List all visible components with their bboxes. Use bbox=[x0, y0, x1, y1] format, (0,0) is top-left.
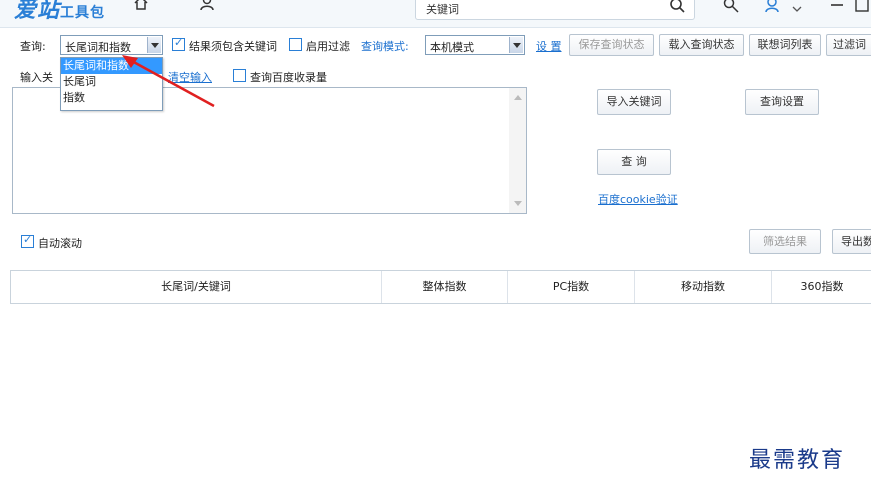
related-words-button[interactable]: 联想词列表 bbox=[749, 34, 821, 56]
chevron-down-icon[interactable] bbox=[509, 37, 523, 53]
search-icon[interactable] bbox=[668, 0, 686, 14]
query-button[interactable]: 查 询 bbox=[597, 149, 671, 175]
auto-scroll-label: 自动滚动 bbox=[38, 237, 82, 250]
dropdown-option[interactable]: 长尾词 bbox=[61, 74, 162, 90]
column-header-pc-index[interactable]: PC指数 bbox=[508, 271, 635, 303]
column-header-360-index[interactable]: 360指数 bbox=[772, 271, 871, 303]
minimize-icon[interactable] bbox=[828, 0, 846, 14]
column-header-overall-index[interactable]: 整体指数 bbox=[382, 271, 508, 303]
key-icon[interactable] bbox=[722, 0, 740, 14]
query-type-value: 长尾词和指数 bbox=[65, 41, 131, 54]
logo-main-text: 爱站 bbox=[14, 0, 61, 23]
enable-filter-label: 启用过滤 bbox=[306, 40, 350, 53]
maximize-icon[interactable] bbox=[853, 0, 871, 14]
results-table-header: 长尾词/关键词 整体指数 PC指数 移动指数 360指数 bbox=[10, 270, 871, 304]
app-logo: 爱站工具包 bbox=[14, 0, 105, 24]
query-type-dropdown-list: 长尾词和指数 长尾词 指数 bbox=[60, 57, 163, 111]
filter-results-button[interactable]: 筛选结果 bbox=[749, 229, 821, 254]
enable-filter-checkbox[interactable] bbox=[289, 38, 302, 51]
scroll-down-icon[interactable] bbox=[514, 201, 522, 206]
auto-scroll-checkbox[interactable] bbox=[21, 233, 34, 248]
logo-sub-text: 工具包 bbox=[60, 5, 106, 21]
clear-input-link[interactable]: 清空输入 bbox=[168, 69, 212, 85]
query-type-select[interactable]: 长尾词和指数 bbox=[60, 35, 163, 55]
user-icon[interactable] bbox=[198, 0, 216, 12]
query-mode-select[interactable]: 本机模式 bbox=[425, 35, 525, 55]
dropdown-option[interactable]: 指数 bbox=[61, 90, 162, 106]
chevron-down-icon[interactable] bbox=[788, 0, 806, 18]
search-placeholder: 关键词 bbox=[426, 3, 459, 16]
dropdown-option[interactable]: 长尾词和指数 bbox=[61, 58, 162, 74]
query-settings-button[interactable]: 查询设置 bbox=[745, 89, 819, 115]
watermark: 最需教育 bbox=[749, 448, 846, 473]
import-keywords-button[interactable]: 导入关键词 bbox=[597, 89, 671, 115]
vertical-scrollbar[interactable] bbox=[509, 88, 526, 213]
query-mode-value: 本机模式 bbox=[430, 41, 474, 54]
input-label: 输入关 bbox=[20, 71, 53, 84]
baidu-index-label: 查询百度收录量 bbox=[250, 71, 327, 84]
must-contain-label: 结果须包含关键词 bbox=[189, 40, 277, 53]
must-contain-checkbox[interactable] bbox=[172, 36, 185, 51]
query-toolbar: 查询: 长尾词和指数 结果须包含关键词 启用过滤 查询模式: 本机模式 设 置 … bbox=[0, 33, 871, 59]
export-button[interactable]: 导出数 bbox=[832, 229, 871, 254]
chevron-down-icon[interactable] bbox=[147, 37, 161, 53]
home-icon[interactable] bbox=[132, 0, 150, 12]
baidu-cookie-link[interactable]: 百度cookie验证 bbox=[598, 191, 678, 207]
scroll-up-icon[interactable] bbox=[514, 95, 522, 100]
search-input[interactable]: 关键词 bbox=[415, 0, 695, 20]
title-bar: 爱站工具包 关键词 bbox=[0, 0, 871, 28]
query-label: 查询: bbox=[20, 40, 46, 53]
query-mode-label: 查询模式: bbox=[361, 40, 409, 53]
column-header-mobile-index[interactable]: 移动指数 bbox=[635, 271, 772, 303]
settings-link[interactable]: 设 置 bbox=[536, 38, 562, 54]
account-icon[interactable] bbox=[764, 0, 782, 14]
baidu-index-checkbox[interactable] bbox=[233, 69, 246, 82]
column-header-keyword[interactable]: 长尾词/关键词 bbox=[11, 271, 382, 303]
filter-words-button[interactable]: 过滤词 bbox=[826, 34, 871, 56]
save-state-button[interactable]: 保存查询状态 bbox=[569, 34, 654, 56]
load-state-button[interactable]: 载入查询状态 bbox=[659, 34, 744, 56]
